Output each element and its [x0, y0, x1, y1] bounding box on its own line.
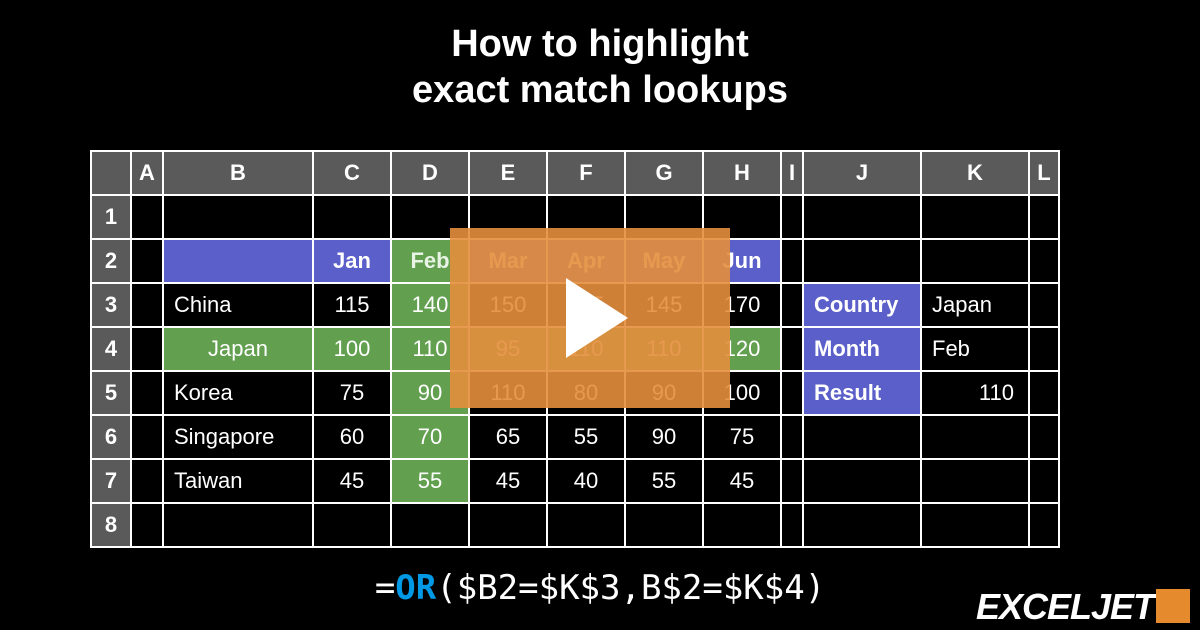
row-header-7[interactable]: 7: [91, 459, 131, 503]
lookup-result-label[interactable]: Result: [803, 371, 921, 415]
col-header-J[interactable]: J: [803, 151, 921, 195]
play-button[interactable]: [450, 228, 730, 408]
logo-text: EXCELJET: [976, 586, 1154, 627]
table-row: 8: [91, 503, 1059, 547]
brand-logo: EXCELJET: [976, 586, 1190, 628]
logo-box-icon: [1156, 589, 1190, 623]
table-row: 6 Singapore 60 70 65 55 90 75: [91, 415, 1059, 459]
row-header-4[interactable]: 4: [91, 327, 131, 371]
country-cell[interactable]: Korea: [163, 371, 313, 415]
col-header-H[interactable]: H: [703, 151, 781, 195]
country-cell[interactable]: Taiwan: [163, 459, 313, 503]
row-header-5[interactable]: 5: [91, 371, 131, 415]
country-header-blank[interactable]: [163, 239, 313, 283]
month-header[interactable]: Jan: [313, 239, 391, 283]
data-cell-highlighted[interactable]: 100: [313, 327, 391, 371]
country-cell-highlighted[interactable]: Japan: [163, 327, 313, 371]
lookup-country-label[interactable]: Country: [803, 283, 921, 327]
data-cell[interactable]: 40: [547, 459, 625, 503]
data-cell-highlighted[interactable]: 55: [391, 459, 469, 503]
col-header-G[interactable]: G: [625, 151, 703, 195]
play-icon: [566, 278, 628, 358]
table-row: 7 Taiwan 45 55 45 40 55 45: [91, 459, 1059, 503]
title-line-1: How to highlight: [451, 23, 749, 65]
col-header-C[interactable]: C: [313, 151, 391, 195]
formula-args: ($B2=$K$3,B$2=$K$4): [436, 568, 825, 608]
row-header-1[interactable]: 1: [91, 195, 131, 239]
formula-function: OR: [395, 568, 436, 608]
data-cell[interactable]: 60: [313, 415, 391, 459]
cell[interactable]: [131, 239, 163, 283]
data-cell[interactable]: 45: [313, 459, 391, 503]
col-header-D[interactable]: D: [391, 151, 469, 195]
row-header-2[interactable]: 2: [91, 239, 131, 283]
data-cell[interactable]: 55: [547, 415, 625, 459]
lookup-month-value[interactable]: Feb: [921, 327, 1029, 371]
data-cell[interactable]: 75: [313, 371, 391, 415]
corner-cell: [91, 151, 131, 195]
col-header-L[interactable]: L: [1029, 151, 1059, 195]
data-cell[interactable]: 75: [703, 415, 781, 459]
column-header-row: A B C D E F G H I J K L: [91, 151, 1059, 195]
country-cell[interactable]: China: [163, 283, 313, 327]
data-cell[interactable]: 115: [313, 283, 391, 327]
data-cell[interactable]: 65: [469, 415, 547, 459]
page-title: How to highlight exact match lookups: [0, 0, 1200, 113]
data-cell[interactable]: 45: [469, 459, 547, 503]
row-header-6[interactable]: 6: [91, 415, 131, 459]
col-header-F[interactable]: F: [547, 151, 625, 195]
lookup-country-value[interactable]: Japan: [921, 283, 1029, 327]
formula-prefix: =: [375, 568, 395, 608]
data-cell[interactable]: 55: [625, 459, 703, 503]
data-cell[interactable]: 90: [625, 415, 703, 459]
title-line-2: exact match lookups: [412, 69, 788, 111]
col-header-I[interactable]: I: [781, 151, 803, 195]
col-header-A[interactable]: A: [131, 151, 163, 195]
lookup-result-value[interactable]: 110: [921, 371, 1029, 415]
lookup-month-label[interactable]: Month: [803, 327, 921, 371]
col-header-B[interactable]: B: [163, 151, 313, 195]
col-header-E[interactable]: E: [469, 151, 547, 195]
data-cell[interactable]: 45: [703, 459, 781, 503]
row-header-3[interactable]: 3: [91, 283, 131, 327]
data-cell-highlighted[interactable]: 70: [391, 415, 469, 459]
col-header-K[interactable]: K: [921, 151, 1029, 195]
country-cell[interactable]: Singapore: [163, 415, 313, 459]
row-header-8[interactable]: 8: [91, 503, 131, 547]
